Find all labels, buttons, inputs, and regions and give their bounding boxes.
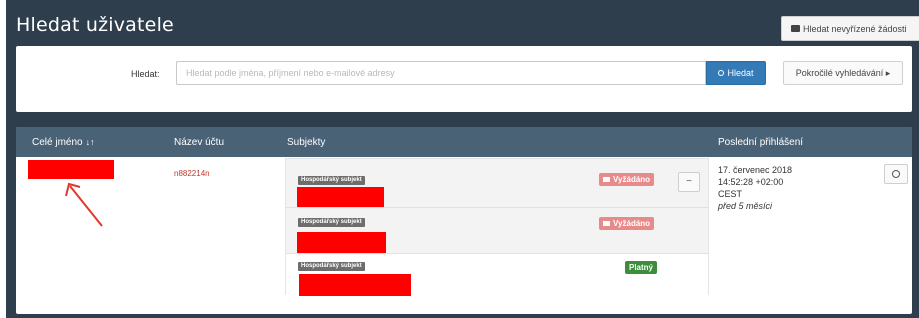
last-login-date: 17. červenec 2018: [718, 165, 793, 175]
arrow-annotation: [65, 182, 103, 227]
redacted-full-name: [28, 160, 114, 179]
pending-requests-button[interactable]: Hledat nevyřízené žádosti: [781, 16, 919, 41]
search-label: Hledat:: [131, 69, 160, 79]
last-login-relative: před 5 měsíci: [718, 201, 773, 211]
sort-icon[interactable]: ↓↑: [86, 137, 95, 147]
table-header: Celé jméno ↓↑ Název účtu Subjekty Posledn…: [16, 127, 912, 157]
last-login-timezone: CEST: [718, 189, 743, 199]
last-login: 17. červenec 2018 14:52:28 +02:00 CEST p…: [718, 164, 792, 212]
flag-icon: [603, 221, 610, 227]
left-edge: [0, 0, 6, 318]
pending-requests-label: Hledat nevyřízené žádosti: [803, 23, 907, 34]
flag-icon: [603, 177, 610, 183]
redacted-subject-name: [299, 274, 411, 296]
search-icon: [718, 70, 725, 76]
redacted-subject-name: [297, 232, 386, 253]
column-account-name: Název účtu: [174, 137, 225, 148]
column-subjects: Subjekty: [287, 137, 326, 148]
advanced-search-button[interactable]: Pokročilé vyhledávání ▸: [783, 61, 903, 85]
subject-type-tag: Hospodářský subjekt: [298, 218, 365, 227]
subjects-list: Hospodářský subjekt Vyžádáno − Hospodářs…: [285, 158, 709, 296]
page-title: Hledat uživatele: [16, 14, 174, 36]
status-badge-valid: Platný: [625, 261, 658, 274]
column-last-login: Poslední přihlášení: [718, 137, 804, 148]
flag-icon: [791, 25, 800, 32]
subject-type-tag: Hospodářský subjekt: [298, 176, 365, 185]
account-name-link[interactable]: n882214n: [174, 169, 210, 178]
status-badge-requested: Vyžádáno: [599, 173, 655, 186]
redacted-subject-name: [297, 187, 384, 208]
users-table: Celé jméno ↓↑ Název účtu Subjekty Posledn…: [16, 127, 912, 314]
status-label: Vyžádáno: [613, 219, 651, 228]
subject-item: Hospodářský subjekt Platný: [286, 253, 708, 296]
subject-item: Hospodářský subjekt Vyžádáno −: [286, 159, 708, 208]
subject-type-tag: Hospodářský subjekt: [298, 262, 365, 271]
last-login-time: 14:52:28 +02:00: [718, 177, 784, 187]
status-label: Vyžádáno: [613, 175, 651, 184]
column-full-name[interactable]: Celé jméno ↓↑: [32, 137, 95, 148]
search-input[interactable]: Hledat podle jména, příjmení nebo e-mail…: [176, 61, 706, 85]
user-actions-button[interactable]: [884, 164, 908, 184]
clock-icon: [892, 170, 900, 178]
collapse-button[interactable]: −: [678, 172, 700, 192]
page: Hledat uživatele Hledat nevyřízené žádos…: [0, 0, 919, 318]
search-button[interactable]: Hledat: [706, 61, 766, 85]
search-button-label: Hledat: [727, 68, 754, 78]
status-badge-requested: Vyžádáno: [599, 217, 655, 230]
subject-item: Hospodářský subjekt Vyžádáno: [286, 207, 708, 253]
column-full-name-label: Celé jméno: [32, 137, 83, 148]
